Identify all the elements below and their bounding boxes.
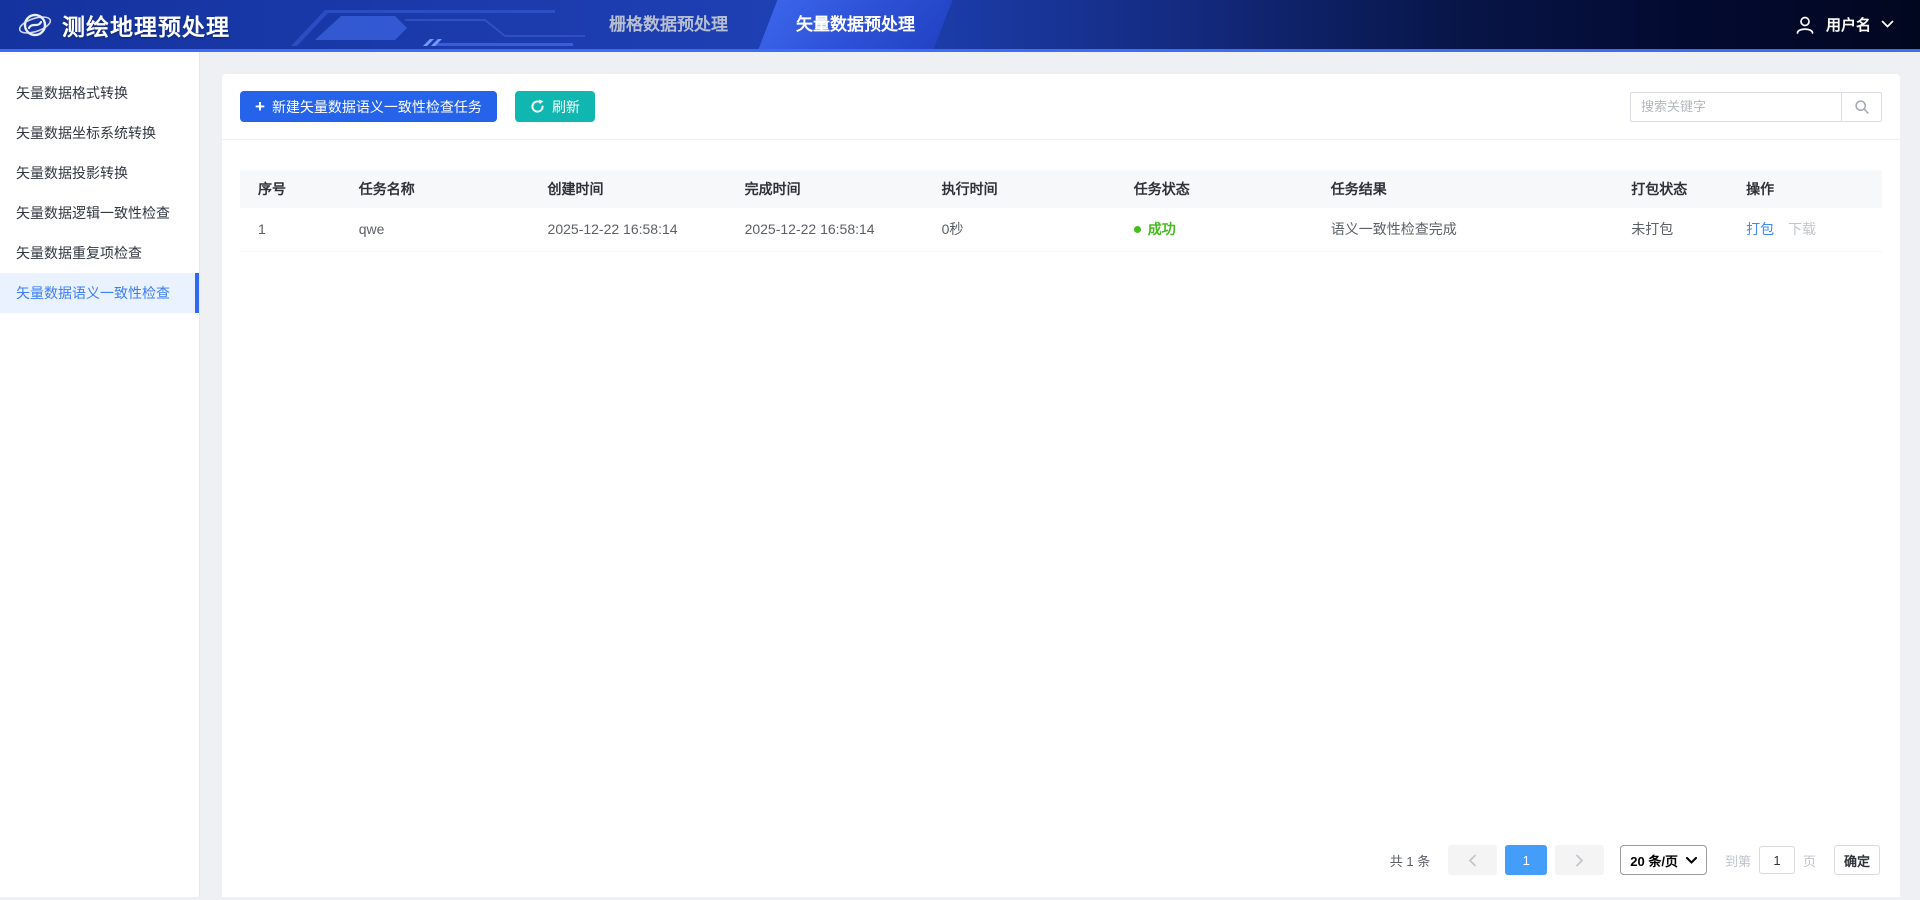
table-header-row: 序号 任务名称 创建时间 完成时间 执行时间 任务状态 任务结果 打包状态 操作 <box>240 170 1882 208</box>
page-number-button[interactable]: 1 <box>1505 845 1547 875</box>
table-row: 1 qwe 2025-12-22 16:58:14 2025-12-22 16:… <box>240 208 1882 251</box>
sidebar-item-format-convert[interactable]: 矢量数据格式转换 <box>0 73 199 113</box>
status-text: 成功 <box>1148 219 1176 239</box>
cell-duration: 0秒 <box>930 208 1122 251</box>
page-size-value: 20 条/页 <box>1630 851 1678 870</box>
search-button[interactable] <box>1842 92 1882 122</box>
sidebar-item-logic-check[interactable]: 矢量数据逻辑一致性检查 <box>0 193 199 233</box>
goto-suffix-label: 页 <box>1803 851 1816 870</box>
sidebar-item-label: 矢量数据重复项检查 <box>16 245 142 261</box>
select-chevron-down-icon <box>1686 857 1697 864</box>
toolbar-divider <box>222 139 1900 140</box>
goto-page-input[interactable] <box>1759 846 1795 874</box>
brand: 测绘地理预处理 <box>0 8 230 42</box>
column-header-package: 打包状态 <box>1619 170 1734 208</box>
search-group <box>1630 92 1882 122</box>
package-action-link[interactable]: 打包 <box>1746 221 1774 237</box>
plus-icon: + <box>255 98 265 115</box>
toolbar: + 新建矢量数据语义一致性检查任务 刷新 <box>240 91 1882 122</box>
status-badge: 成功 <box>1134 219 1176 239</box>
main-content: + 新建矢量数据语义一致性检查任务 刷新 <box>200 52 1920 897</box>
search-icon <box>1854 99 1870 115</box>
cell-name: qwe <box>347 208 536 251</box>
cell-index: 1 <box>240 208 347 251</box>
column-header-actions: 操作 <box>1734 170 1882 208</box>
cell-created: 2025-12-22 16:58:14 <box>536 208 733 251</box>
goto-prefix-label: 到第 <box>1725 851 1751 870</box>
column-header-finished: 完成时间 <box>733 170 930 208</box>
pagination-total: 共 1 条 <box>1390 851 1430 870</box>
column-header-created: 创建时间 <box>536 170 733 208</box>
tab-raster-preprocess[interactable]: 栅格数据预处理 <box>575 0 762 49</box>
content-card: + 新建矢量数据语义一致性检查任务 刷新 <box>222 74 1900 897</box>
tab-label: 矢量数据预处理 <box>796 15 915 34</box>
sidebar-item-coord-convert[interactable]: 矢量数据坐标系统转换 <box>0 113 199 153</box>
column-header-name: 任务名称 <box>347 170 536 208</box>
user-icon <box>1794 14 1816 36</box>
cell-finished: 2025-12-22 16:58:14 <box>733 208 930 251</box>
page-body: 矢量数据格式转换 矢量数据坐标系统转换 矢量数据投影转换 矢量数据逻辑一致性检查… <box>0 52 1920 897</box>
new-task-button-label: 新建矢量数据语义一致性检查任务 <box>272 97 482 117</box>
user-menu[interactable]: 用户名 <box>1794 0 1894 49</box>
sidebar-item-label: 矢量数据语义一致性检查 <box>16 285 170 301</box>
sidebar-item-label: 矢量数据格式转换 <box>16 85 128 101</box>
status-dot-icon <box>1134 226 1141 233</box>
task-table: 序号 任务名称 创建时间 完成时间 执行时间 任务状态 任务结果 打包状态 操作… <box>240 170 1882 252</box>
page-size-select[interactable]: 20 条/页 <box>1620 845 1707 875</box>
sidebar-item-label: 矢量数据投影转换 <box>16 165 128 181</box>
column-header-result: 任务结果 <box>1319 170 1619 208</box>
next-page-button[interactable] <box>1555 845 1604 875</box>
chevron-left-icon <box>1468 854 1477 867</box>
app-header: 测绘地理预处理 栅格数据预处理 矢量数据预处理 用户名 <box>0 0 1920 52</box>
tab-label: 栅格数据预处理 <box>609 15 728 34</box>
pagination-bar: 共 1 条 1 20 条/页 <box>240 835 1882 877</box>
cell-actions: 打包 下载 <box>1734 208 1882 251</box>
chevron-down-icon <box>1881 20 1894 29</box>
refresh-button-label: 刷新 <box>552 97 580 117</box>
active-indicator-bar <box>195 273 199 313</box>
header-circuit-decoration <box>255 0 585 49</box>
sidebar-item-label: 矢量数据逻辑一致性检查 <box>16 205 170 221</box>
user-name: 用户名 <box>1826 14 1871 35</box>
sidebar-item-duplicate-check[interactable]: 矢量数据重复项检查 <box>0 233 199 273</box>
column-header-status: 任务状态 <box>1122 170 1319 208</box>
search-input[interactable] <box>1630 92 1842 122</box>
app-title: 测绘地理预处理 <box>62 8 230 42</box>
download-action-link[interactable]: 下载 <box>1788 221 1816 237</box>
chevron-right-icon <box>1575 854 1584 867</box>
new-task-button[interactable]: + 新建矢量数据语义一致性检查任务 <box>240 91 497 122</box>
refresh-button[interactable]: 刷新 <box>515 91 595 122</box>
tab-vector-preprocess[interactable]: 矢量数据预处理 <box>762 0 949 49</box>
app-logo-icon <box>18 8 52 42</box>
cell-package: 未打包 <box>1619 208 1734 251</box>
column-header-duration: 执行时间 <box>930 170 1122 208</box>
header-tabs: 栅格数据预处理 矢量数据预处理 <box>575 0 949 49</box>
refresh-icon <box>530 99 545 114</box>
column-header-index: 序号 <box>240 170 347 208</box>
goto-confirm-button[interactable]: 确定 <box>1834 845 1880 875</box>
sidebar-item-label: 矢量数据坐标系统转换 <box>16 125 156 141</box>
sidebar-item-semantic-check[interactable]: 矢量数据语义一致性检查 <box>0 273 199 313</box>
prev-page-button[interactable] <box>1448 845 1497 875</box>
cell-result: 语义一致性检查完成 <box>1319 208 1619 251</box>
sidebar-item-projection-convert[interactable]: 矢量数据投影转换 <box>0 153 199 193</box>
cell-status: 成功 <box>1122 208 1319 251</box>
empty-space <box>240 252 1882 836</box>
sidebar-nav: 矢量数据格式转换 矢量数据坐标系统转换 矢量数据投影转换 矢量数据逻辑一致性检查… <box>0 52 200 897</box>
